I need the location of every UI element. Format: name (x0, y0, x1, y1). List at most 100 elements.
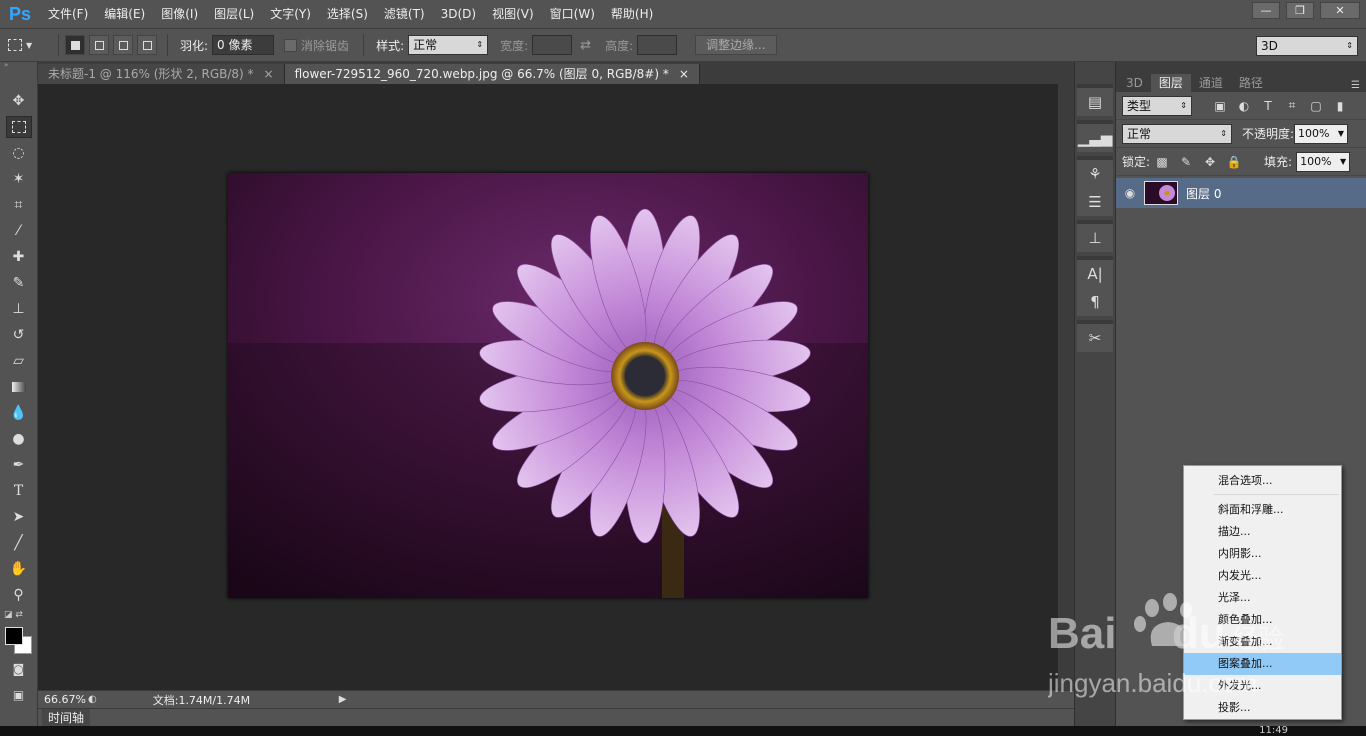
tab-layers[interactable]: 图层 (1150, 74, 1191, 92)
restore-button[interactable]: ❐ (1286, 2, 1314, 19)
magic-wand-tool-icon[interactable]: ✶ (6, 168, 32, 190)
menu-item-stroke[interactable]: 描边... (1184, 521, 1341, 543)
lock-position-icon[interactable]: ✥ (1198, 155, 1222, 169)
menu-edit[interactable]: 编辑(E) (96, 0, 153, 28)
histogram-panel-icon[interactable]: ▁▃▅ (1077, 124, 1113, 152)
clone-source-panel-icon[interactable]: ⊥ (1077, 224, 1113, 252)
eraser-tool-icon[interactable]: ▱ (6, 350, 32, 372)
character-panel-icon[interactable]: A| (1077, 260, 1113, 288)
close-icon[interactable]: × (679, 64, 689, 84)
menu-view[interactable]: 视图(V) (484, 0, 542, 28)
menu-item-gradient-overlay[interactable]: 渐变叠加... (1184, 631, 1341, 653)
menu-help[interactable]: 帮助(H) (603, 0, 661, 28)
tab-flower[interactable]: flower-729512_960_720.webp.jpg @ 66.7% (… (284, 64, 700, 84)
blend-mode-select[interactable]: 正常 ⇕ (1122, 123, 1232, 144)
menu-item-pattern-overlay[interactable]: 图案叠加... (1184, 653, 1341, 675)
fill-input[interactable]: 100% ▼ (1296, 151, 1351, 172)
menu-filter[interactable]: 滤镜(T) (376, 0, 433, 28)
zoom-tool-icon[interactable]: ⚲ (6, 584, 32, 606)
lock-all-icon[interactable]: 🔒 (1222, 155, 1246, 169)
tab-3d[interactable]: 3D (1118, 74, 1151, 92)
type-tool-icon[interactable]: T (6, 480, 32, 502)
screen-mode-icon[interactable]: ▣ (6, 684, 32, 706)
foreground-color[interactable] (5, 627, 23, 645)
adjustment-filter-icon[interactable]: ◐ (1232, 99, 1256, 113)
swap-icon[interactable]: ⇄ (580, 38, 591, 53)
layer-name[interactable]: 图层 0 (1186, 185, 1221, 202)
minimize-button[interactable]: — (1252, 2, 1280, 19)
menu-item-outer-glow[interactable]: 外发光... (1184, 675, 1341, 697)
height-input[interactable] (637, 35, 678, 55)
history-brush-tool-icon[interactable]: ↺ (6, 324, 32, 346)
eye-icon[interactable]: ◉ (1116, 186, 1144, 200)
clone-stamp-tool-icon[interactable]: ⊥ (6, 298, 32, 320)
type-filter-icon[interactable]: T (1256, 99, 1280, 113)
path-selection-tool-icon[interactable]: ➤ (6, 506, 32, 528)
menu-image[interactable]: 图像(I) (153, 0, 206, 28)
opacity-input[interactable]: 100% ▼ (1294, 123, 1349, 144)
lasso-tool-icon[interactable]: ◌ (6, 142, 32, 164)
line-tool-icon[interactable]: ╱ (6, 532, 32, 554)
filter-toggle-icon[interactable]: ▮ (1328, 99, 1352, 113)
menu-item-satin[interactable]: 光泽... (1184, 587, 1341, 609)
menu-item-inner-glow[interactable]: 内发光... (1184, 565, 1341, 587)
new-selection-button[interactable] (65, 35, 85, 55)
hand-tool-icon[interactable]: ✋ (6, 558, 32, 580)
zoom-level[interactable]: 66.67% (38, 693, 88, 706)
menu-item-blending-options[interactable]: 混合选项... (1184, 470, 1341, 492)
brush-preset-panel-icon[interactable]: ⚘ (1077, 160, 1113, 188)
intersect-selection-button[interactable] (137, 35, 157, 55)
menu-type[interactable]: 文字(Y) (262, 0, 319, 28)
eyedropper-tool-icon[interactable]: ⁄ (6, 220, 32, 242)
lock-transparency-icon[interactable]: ▩ (1150, 155, 1174, 169)
layer-row[interactable]: ◉ 图层 0 (1116, 178, 1366, 208)
menu-item-color-overlay[interactable]: 颜色叠加... (1184, 609, 1341, 631)
pen-tool-icon[interactable]: ✒ (6, 454, 32, 476)
healing-brush-tool-icon[interactable]: ✚ (6, 246, 32, 268)
menu-3d[interactable]: 3D(D) (433, 0, 484, 28)
panel-menu-icon[interactable]: ☰ (1351, 80, 1360, 91)
close-button[interactable]: ✕ (1320, 2, 1360, 19)
document-image[interactable] (228, 173, 868, 598)
adjustments-panel-icon[interactable]: ☰ (1077, 188, 1113, 216)
move-tool-icon[interactable]: ✥ (6, 90, 32, 112)
workspace-select[interactable]: 3D ⇕ (1256, 36, 1358, 56)
canvas-scrollbar[interactable] (1058, 84, 1074, 690)
add-selection-button[interactable] (89, 35, 109, 55)
brush-tool-icon[interactable]: ✎ (6, 272, 32, 294)
menu-file[interactable]: 文件(F) (40, 0, 96, 28)
pixel-filter-icon[interactable]: ▣ (1208, 99, 1232, 113)
marquee-tool-icon[interactable] (5, 116, 32, 138)
style-select[interactable]: 正常 ⇕ (408, 35, 489, 55)
feather-input[interactable]: 0 像素 (212, 35, 275, 55)
subtract-selection-button[interactable] (113, 35, 133, 55)
gradient-tool-icon[interactable] (6, 376, 32, 398)
status-info-icon[interactable]: ◐ (88, 694, 97, 705)
refine-edge-button[interactable]: 调整边缘... (695, 35, 777, 55)
menu-item-bevel-emboss[interactable]: 斜面和浮雕... (1184, 499, 1341, 521)
blur-tool-icon[interactable]: 💧 (6, 402, 32, 424)
status-menu-arrow-icon[interactable]: ▶ (339, 694, 347, 705)
tab-untitled[interactable]: 未标题-1 @ 116% (形状 2, RGB/8) * × (38, 64, 285, 84)
filter-kind-select[interactable]: 类型 ⇕ (1122, 95, 1192, 116)
menu-item-inner-shadow[interactable]: 内阴影... (1184, 543, 1341, 565)
menu-item-drop-shadow[interactable]: 投影... (1184, 697, 1341, 719)
crop-tool-icon[interactable]: ⌗ (6, 194, 32, 216)
dodge-tool-icon[interactable]: ● (6, 428, 32, 450)
tab-channels[interactable]: 通道 (1191, 74, 1231, 92)
quick-mask-icon[interactable]: ◙ (6, 658, 32, 680)
antialias-checkbox[interactable] (284, 38, 298, 52)
tool-presets-panel-icon[interactable]: ✂ (1077, 324, 1113, 352)
history-panel-icon[interactable]: ▤ (1077, 88, 1113, 116)
menu-window[interactable]: 窗口(W) (542, 0, 603, 28)
menu-layer[interactable]: 图层(L) (206, 0, 262, 28)
tool-preset-picker[interactable]: ▼ (8, 33, 52, 57)
tab-timeline[interactable]: 时间轴 (42, 709, 91, 727)
shape-filter-icon[interactable]: ⌗ (1280, 98, 1304, 113)
swap-colors-icon[interactable]: ◪ ⇄ (0, 610, 37, 624)
smart-object-filter-icon[interactable]: ▢ (1304, 99, 1328, 113)
paragraph-panel-icon[interactable]: ¶ (1077, 288, 1113, 316)
menu-select[interactable]: 选择(S) (319, 0, 376, 28)
lock-pixels-icon[interactable]: ✎ (1174, 155, 1198, 169)
close-icon[interactable]: × (264, 64, 274, 84)
